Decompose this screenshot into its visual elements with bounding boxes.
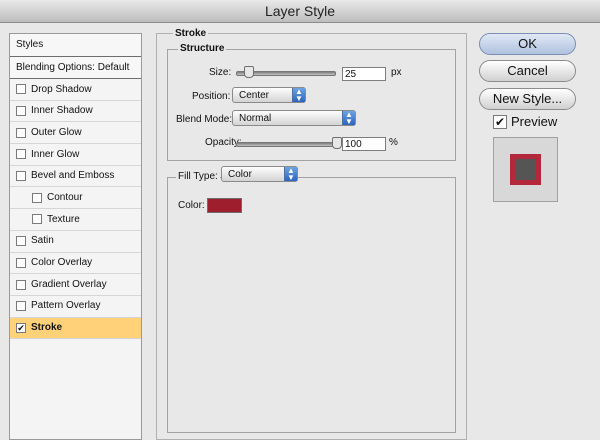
style-item-label: Bevel and Emboss: [31, 170, 115, 182]
blend-mode-value: Normal: [239, 113, 272, 124]
fill-type-value: Color: [228, 169, 252, 180]
style-item-color-overlay[interactable]: Color Overlay: [10, 253, 141, 275]
style-item-outer-glow[interactable]: Outer Glow: [10, 122, 141, 145]
cancel-button[interactable]: Cancel: [479, 60, 576, 82]
checkbox-icon[interactable]: [16, 106, 26, 117]
style-item-label: Satin: [31, 235, 54, 247]
preview-swatch: [510, 154, 541, 185]
style-item-label: Texture: [47, 213, 80, 225]
size-slider-thumb[interactable]: [243, 66, 254, 78]
style-item-satin[interactable]: Satin: [10, 231, 141, 253]
style-item-texture[interactable]: Texture: [10, 209, 141, 231]
updown-arrows-icon: ▲ ▼: [284, 167, 297, 182]
stroke-color-swatch[interactable]: [207, 198, 242, 213]
position-select[interactable]: Center ▲ ▼: [232, 87, 306, 103]
style-item-inner-shadow[interactable]: Inner Shadow: [10, 101, 141, 123]
structure-box: Structure Size: 25 px Position: Center ▲…: [167, 43, 456, 161]
preview-checkbox[interactable]: ✔ Preview: [493, 114, 557, 129]
fill-type-label: Fill Type:: [176, 171, 220, 182]
style-item-contour[interactable]: Contour: [10, 187, 141, 210]
style-item-label: Stroke: [31, 322, 63, 334]
blend-mode-select[interactable]: Normal ▲ ▼: [232, 110, 356, 126]
checkbox-icon[interactable]: [16, 127, 26, 138]
checkbox-icon[interactable]: [16, 236, 26, 247]
style-item-label: Gradient Overlay: [31, 278, 107, 290]
checkbox-icon[interactable]: [32, 214, 42, 225]
style-item-label: Contour: [47, 191, 83, 203]
preview-swatch-fill: [515, 159, 536, 180]
checkbox-icon[interactable]: [16, 171, 26, 182]
style-item-label: Inner Shadow: [31, 105, 93, 117]
window-title: Layer Style: [0, 0, 600, 23]
style-item-label: Outer Glow: [31, 126, 82, 138]
size-input[interactable]: 25: [342, 67, 386, 81]
opacity-unit: %: [389, 137, 398, 148]
blend-mode-label: Blend Mode:: [176, 114, 233, 125]
checkbox-icon[interactable]: [16, 301, 26, 312]
styles-list: Styles Blending Options: Default Drop Sh…: [9, 33, 142, 440]
style-preview: [493, 137, 558, 202]
style-item-label: Drop Shadow: [31, 83, 92, 95]
style-item-stroke[interactable]: ✔ Stroke: [10, 317, 141, 340]
checkbox-icon[interactable]: [16, 149, 26, 160]
preview-label: Preview: [511, 114, 558, 129]
blending-options-item[interactable]: Blending Options: Default: [10, 57, 141, 79]
opacity-slider-track[interactable]: [236, 142, 338, 147]
checkbox-icon[interactable]: [16, 257, 26, 268]
new-style-button[interactable]: New Style...: [479, 88, 576, 110]
checkbox-icon[interactable]: [16, 279, 26, 290]
color-label: Color:: [178, 200, 205, 211]
updown-arrows-icon: ▲ ▼: [342, 111, 355, 126]
stroke-group-title: Stroke: [173, 28, 209, 39]
styles-header[interactable]: Styles: [10, 34, 141, 57]
ok-button[interactable]: OK: [479, 33, 576, 55]
preview-check-icon[interactable]: ✔: [493, 114, 507, 129]
position-value: Center: [239, 90, 270, 101]
size-unit: px: [391, 67, 402, 78]
stroke-panel: Stroke Structure Size: 25 px Position: C…: [156, 28, 467, 440]
position-label: Position:: [192, 91, 231, 102]
style-item-label: Color Overlay: [31, 257, 93, 268]
fill-type-box: Fill Type: Color ▲ ▼ Color:: [167, 166, 456, 433]
checkbox-icon[interactable]: [16, 84, 26, 95]
style-item-inner-glow[interactable]: Inner Glow: [10, 144, 141, 166]
style-items: Drop Shadow Inner Shadow Outer Glow Inner G…: [10, 79, 141, 340]
style-item-label: Pattern Overlay: [31, 300, 101, 312]
style-item-gradient-overlay[interactable]: Gradient Overlay: [10, 274, 141, 296]
fill-type-select[interactable]: Color ▲ ▼: [221, 166, 298, 182]
size-label: Size:: [209, 67, 232, 78]
dialog-content: Styles Blending Options: Default Drop Sh…: [0, 23, 600, 440]
style-item-drop-shadow[interactable]: Drop Shadow: [10, 79, 141, 101]
style-item-label: Inner Glow: [31, 148, 80, 160]
opacity-slider-thumb[interactable]: [332, 137, 342, 149]
checkbox-icon[interactable]: ✔: [16, 322, 26, 333]
updown-arrows-icon: ▲ ▼: [292, 88, 305, 103]
style-item-pattern-overlay[interactable]: Pattern Overlay: [10, 296, 141, 318]
checkbox-icon[interactable]: [32, 192, 42, 203]
style-item-bevel-and-emboss[interactable]: Bevel and Emboss: [10, 166, 141, 188]
opacity-input[interactable]: 100: [342, 137, 386, 151]
structure-title: Structure: [178, 43, 227, 54]
